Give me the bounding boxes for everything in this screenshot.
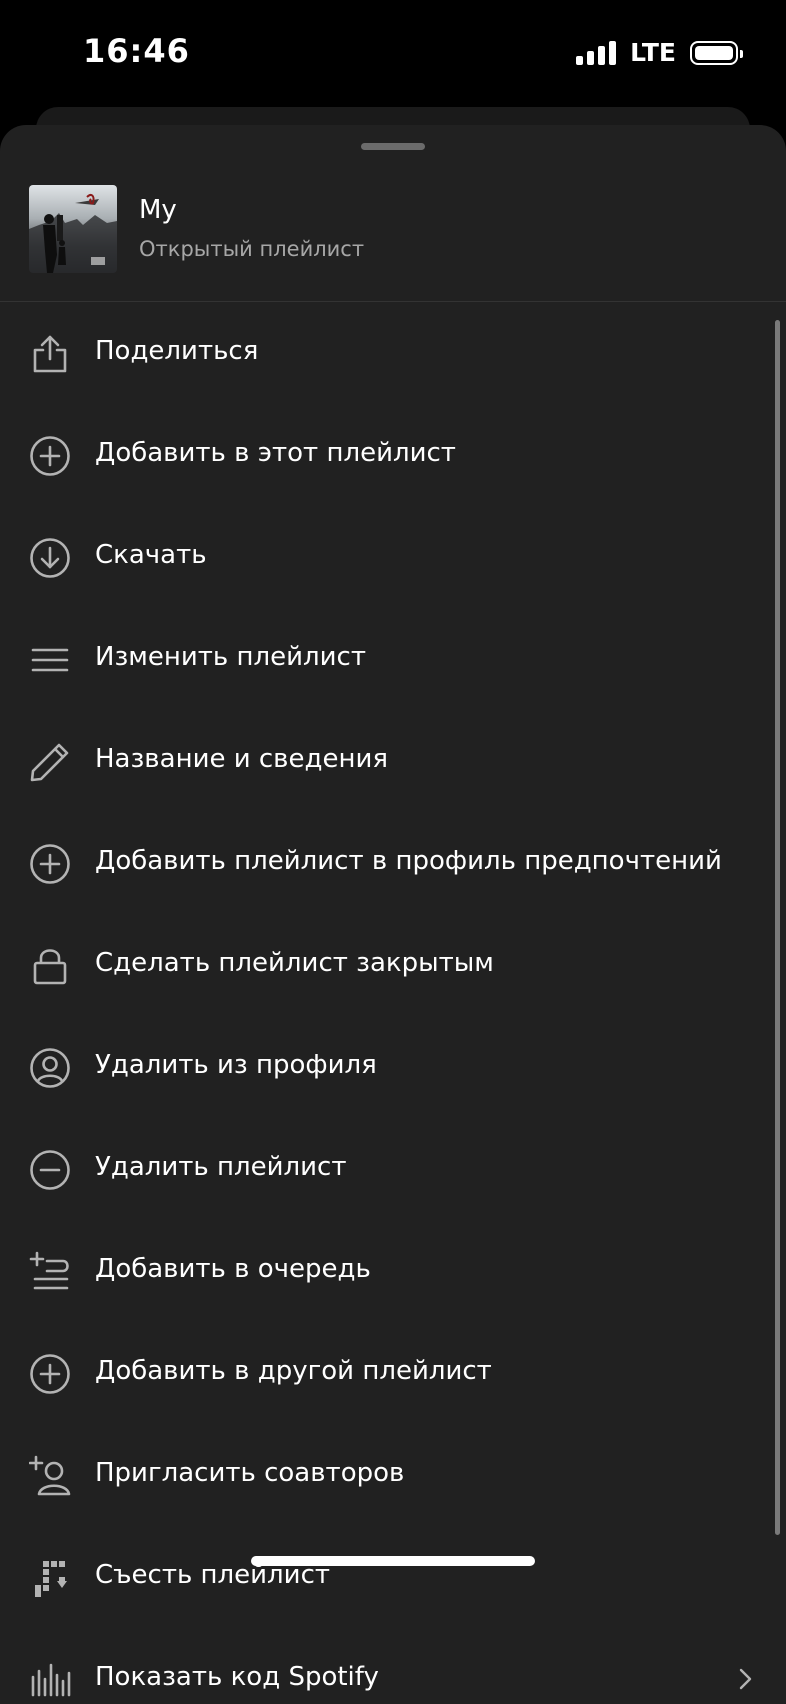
menu-label: Добавить в этот плейлист xyxy=(95,438,456,468)
menu-label: Добавить в другой плейлист xyxy=(95,1356,492,1386)
menu-label: Изменить плейлист xyxy=(95,642,366,672)
menu-item-add-to-queue[interactable]: Добавить в очередь xyxy=(0,1220,786,1322)
cellular-signal-icon xyxy=(576,40,617,65)
add-to-queue-icon xyxy=(29,1251,71,1293)
share-icon xyxy=(29,333,71,375)
battery-icon xyxy=(690,40,743,65)
status-indicators: LTE xyxy=(576,38,743,67)
scrollbar[interactable] xyxy=(775,320,780,1535)
snake-icon xyxy=(29,1557,71,1599)
menu-item-share[interactable]: Поделиться xyxy=(0,302,786,404)
home-indicator[interactable] xyxy=(251,1556,535,1566)
plus-circle-icon xyxy=(29,843,71,885)
status-time: 16:46 xyxy=(83,32,190,70)
plus-circle-icon xyxy=(29,1353,71,1395)
menu-label: Скачать xyxy=(95,540,207,570)
menu-label: Пригласить соавторов xyxy=(95,1458,405,1488)
menu-item-make-private[interactable]: Сделать плейлист закрытым xyxy=(0,914,786,1016)
chevron-right-icon xyxy=(734,1668,756,1690)
menu-item-eat-playlist[interactable]: Съесть плейлист xyxy=(0,1526,786,1628)
status-bar: 16:46 LTE xyxy=(0,0,786,108)
user-circle-icon xyxy=(29,1047,71,1089)
menu-label: Показать код Spotify xyxy=(95,1662,379,1692)
menu-label: Сделать плейлист закрытым xyxy=(95,948,494,978)
list-icon xyxy=(29,639,71,681)
minus-circle-icon xyxy=(29,1149,71,1191)
add-user-icon xyxy=(29,1455,71,1497)
menu-item-download[interactable]: Скачать xyxy=(0,506,786,608)
playlist-title: My xyxy=(139,195,177,225)
playlist-cover xyxy=(29,185,117,273)
menu-label: Добавить плейлист в профиль предпочтений xyxy=(95,846,722,876)
context-menu-sheet: My Открытый плейлист Поделиться Добавить… xyxy=(0,125,786,1704)
pencil-icon xyxy=(29,741,71,783)
menu-item-add-to-this-playlist[interactable]: Добавить в этот плейлист xyxy=(0,404,786,506)
menu-item-name-and-details[interactable]: Название и сведения xyxy=(0,710,786,812)
network-type: LTE xyxy=(630,38,676,67)
plus-circle-icon xyxy=(29,435,71,477)
lock-icon xyxy=(29,945,71,987)
spotify-code-icon xyxy=(29,1659,71,1701)
menu-item-remove-from-profile[interactable]: Удалить из профиля xyxy=(0,1016,786,1118)
menu-label: Поделиться xyxy=(95,336,259,366)
download-icon xyxy=(29,537,71,579)
menu-item-show-spotify-code[interactable]: Показать код Spotify xyxy=(0,1628,786,1704)
playlist-subtitle: Открытый плейлист xyxy=(139,237,365,261)
menu-label: Добавить в очередь xyxy=(95,1254,371,1284)
menu-item-delete-playlist[interactable]: Удалить плейлист xyxy=(0,1118,786,1220)
menu-item-add-to-other-playlist[interactable]: Добавить в другой плейлист xyxy=(0,1322,786,1424)
menu-label: Название и сведения xyxy=(95,744,389,774)
menu-item-edit-playlist[interactable]: Изменить плейлист xyxy=(0,608,786,710)
playlist-header: My Открытый плейлист xyxy=(0,125,786,302)
menu-item-add-to-taste-profile[interactable]: Добавить плейлист в профиль предпочтений xyxy=(0,812,786,914)
menu-label: Удалить из профиля xyxy=(95,1050,377,1080)
menu-label: Удалить плейлист xyxy=(95,1152,347,1182)
menu-item-invite-collaborators[interactable]: Пригласить соавторов xyxy=(0,1424,786,1526)
